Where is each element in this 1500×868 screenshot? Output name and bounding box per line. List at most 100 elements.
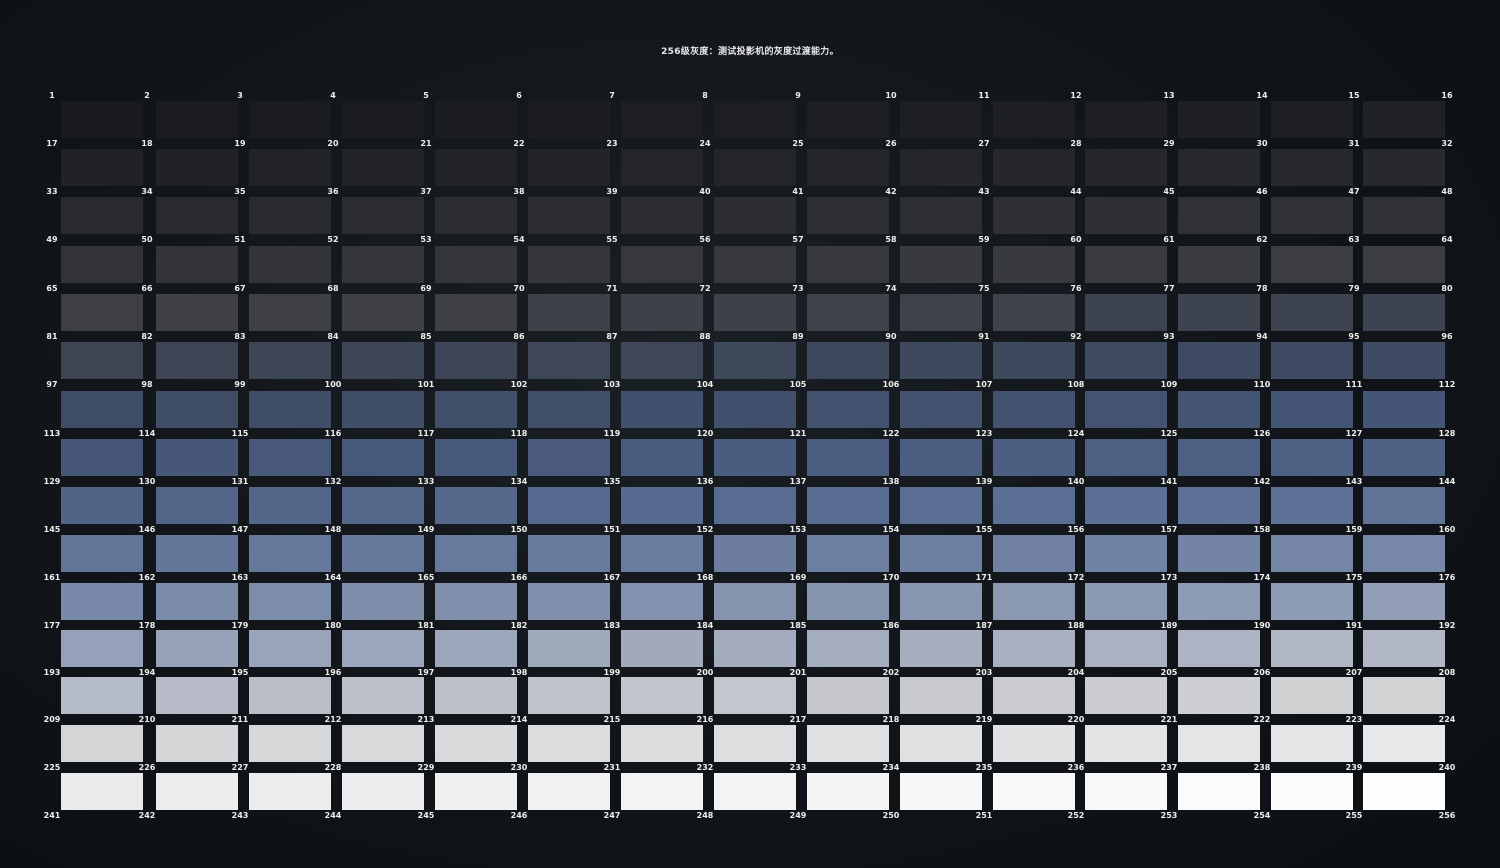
grey-level-swatch (1271, 101, 1353, 138)
grey-level-label: 203 (975, 668, 993, 677)
grey-level-label: 154 (882, 525, 900, 534)
grey-level-swatch (61, 583, 143, 620)
grey-level-label: 42 (885, 187, 897, 196)
grey-level-swatch (807, 535, 889, 572)
grey-level-swatch (249, 583, 331, 620)
grey-level-label: 91 (978, 332, 990, 341)
grey-level-swatch (528, 197, 610, 234)
grey-level-label: 113 (43, 429, 61, 438)
grey-level-swatch (435, 583, 517, 620)
grey-level-label: 96 (1441, 332, 1453, 341)
grey-level-label: 87 (606, 332, 618, 341)
grey-level-swatch (1363, 101, 1445, 138)
grey-level-label: 11 (978, 91, 990, 100)
grey-level-swatch (1085, 487, 1167, 524)
grey-level-label: 75 (978, 284, 990, 293)
grey-level-label: 250 (882, 811, 900, 820)
grey-level-swatch (156, 149, 238, 186)
grey-level-label: 166 (510, 573, 528, 582)
grey-level-label: 244 (324, 811, 342, 820)
grey-level-label: 173 (1160, 573, 1178, 582)
grey-level-swatch (993, 630, 1075, 667)
grey-level-label: 145 (43, 525, 61, 534)
grey-level-label: 97 (46, 380, 58, 389)
grey-level-label: 226 (138, 763, 156, 772)
grey-level-swatch (528, 294, 610, 331)
grey-level-label: 199 (603, 668, 621, 677)
grey-level-swatch (156, 677, 238, 714)
grey-level-label: 187 (975, 621, 993, 630)
grey-level-swatch (1271, 342, 1353, 379)
grey-level-label: 216 (696, 715, 714, 724)
grey-level-swatch (993, 487, 1075, 524)
grey-level-label: 59 (978, 235, 990, 244)
grey-level-swatch (714, 391, 796, 428)
grey-level-swatch (1271, 197, 1353, 234)
grey-level-label: 43 (978, 187, 990, 196)
grey-level-swatch (900, 149, 982, 186)
grey-level-label: 101 (417, 380, 435, 389)
grey-level-swatch (156, 197, 238, 234)
grey-level-label: 85 (420, 332, 432, 341)
grey-level-label: 185 (789, 621, 807, 630)
grey-level-label: 93 (1163, 332, 1175, 341)
grey-level-swatch (1085, 101, 1167, 138)
grey-level-swatch (993, 294, 1075, 331)
grey-level-label: 205 (1160, 668, 1178, 677)
grey-level-label: 144 (1438, 477, 1456, 486)
grey-level-label: 65 (46, 284, 58, 293)
grey-level-label: 219 (975, 715, 993, 724)
grey-level-label: 217 (789, 715, 807, 724)
grey-level-label: 22 (513, 139, 525, 148)
grey-level-swatch (714, 101, 796, 138)
grey-level-label: 50 (141, 235, 153, 244)
grayscale-grid: 1 2 3 4 5 6 7 8 9 10 11 12 13 14 15 16 17 18 19 20 21 22 23 24 2… (0, 0, 1500, 868)
grey-level-label: 200 (696, 668, 714, 677)
grey-level-label: 222 (1253, 715, 1271, 724)
grey-level-swatch (993, 391, 1075, 428)
grey-level-label: 126 (1253, 429, 1271, 438)
grey-level-label: 111 (1345, 380, 1363, 389)
grey-level-label: 124 (1067, 429, 1085, 438)
grey-level-swatch (1363, 391, 1445, 428)
grey-level-swatch (993, 246, 1075, 283)
grey-level-swatch (1085, 197, 1167, 234)
grey-level-swatch (714, 246, 796, 283)
grey-level-label: 243 (231, 811, 249, 820)
grey-level-swatch (1178, 149, 1260, 186)
grey-level-label: 252 (1067, 811, 1085, 820)
grey-level-label: 104 (696, 380, 714, 389)
grey-level-label: 100 (324, 380, 342, 389)
grey-level-label: 103 (603, 380, 621, 389)
grey-level-swatch (993, 197, 1075, 234)
grey-level-swatch (1271, 246, 1353, 283)
grey-level-swatch (621, 101, 703, 138)
grey-level-swatch (1363, 197, 1445, 234)
grey-level-label: 72 (699, 284, 711, 293)
grey-level-swatch (1271, 583, 1353, 620)
grey-level-swatch (528, 583, 610, 620)
grey-level-swatch (1271, 773, 1353, 810)
grey-level-swatch (61, 101, 143, 138)
grey-level-label: 14 (1256, 91, 1268, 100)
grey-level-label: 138 (882, 477, 900, 486)
grey-level-swatch (156, 342, 238, 379)
grey-level-swatch (1271, 149, 1353, 186)
grey-level-swatch (993, 725, 1075, 762)
grey-level-swatch (621, 294, 703, 331)
grey-level-swatch (156, 583, 238, 620)
grey-level-label: 61 (1163, 235, 1175, 244)
grey-level-label: 150 (510, 525, 528, 534)
grey-level-label: 229 (417, 763, 435, 772)
grey-level-swatch (714, 149, 796, 186)
grey-level-label: 73 (792, 284, 804, 293)
grey-level-label: 172 (1067, 573, 1085, 582)
grey-level-label: 125 (1160, 429, 1178, 438)
grey-level-label: 44 (1070, 187, 1082, 196)
grey-level-label: 221 (1160, 715, 1178, 724)
grey-level-label: 115 (231, 429, 249, 438)
grey-level-label: 131 (231, 477, 249, 486)
grey-level-label: 88 (699, 332, 711, 341)
grey-level-label: 134 (510, 477, 528, 486)
grey-level-swatch (621, 725, 703, 762)
